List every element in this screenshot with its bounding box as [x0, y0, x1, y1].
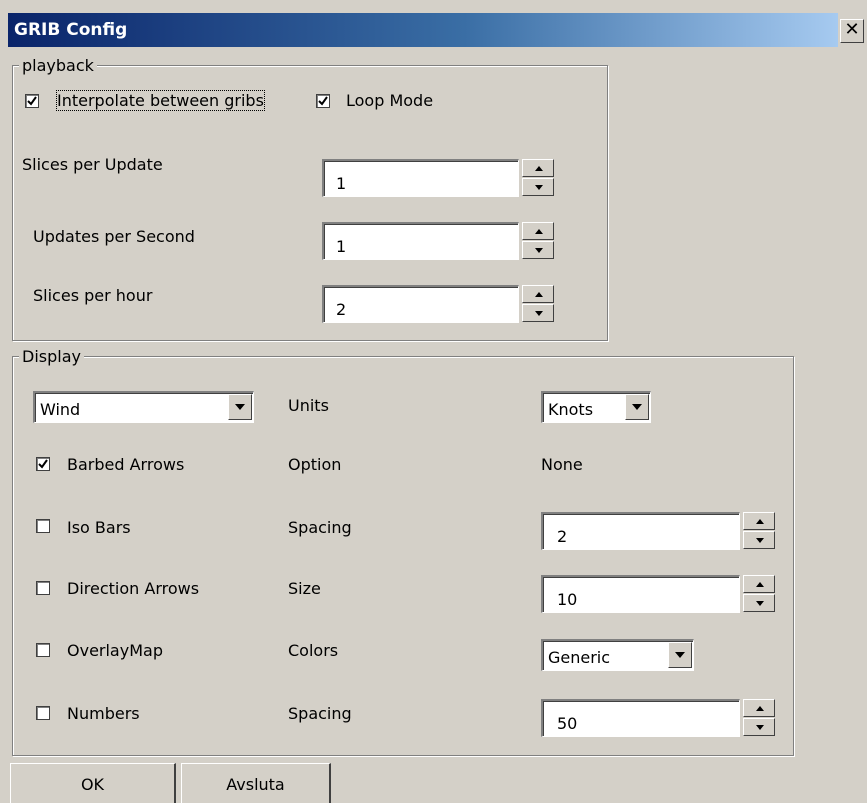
- slices-per-update-label: Slices per Update: [22, 155, 163, 174]
- spin-up-button[interactable]: [522, 285, 554, 303]
- chevron-down-icon: [632, 404, 642, 410]
- colors-value: Generic: [548, 648, 611, 667]
- colors-label: Colors: [288, 641, 339, 660]
- spin-down-button[interactable]: [743, 531, 775, 549]
- dropdown-arrow-button[interactable]: [668, 642, 692, 668]
- numbers-label[interactable]: Numbers: [67, 704, 140, 723]
- units-select[interactable]: Knots: [541, 391, 651, 423]
- iso-spacing-input[interactable]: 2: [541, 512, 740, 550]
- spin-down-button[interactable]: [522, 178, 554, 196]
- iso-bars-checkbox[interactable]: [36, 519, 50, 533]
- spin-down-button[interactable]: [522, 241, 554, 259]
- arrow-up-icon: [756, 519, 764, 524]
- loop-mode-checkbox[interactable]: [316, 94, 330, 108]
- spin-down-button[interactable]: [522, 304, 554, 322]
- display-legend: Display: [19, 347, 84, 366]
- arrow-up-icon: [535, 166, 543, 171]
- arrow-down-icon: [535, 185, 543, 190]
- arrow-down-icon: [756, 538, 764, 543]
- arrow-up-icon: [535, 292, 543, 297]
- display-type-value: Wind: [40, 400, 81, 419]
- numbers-spacing-spinner[interactable]: [743, 699, 775, 737]
- check-icon: [38, 459, 48, 469]
- colors-select[interactable]: Generic: [541, 639, 694, 671]
- ok-button[interactable]: OK: [10, 763, 176, 803]
- numbers-checkbox[interactable]: [36, 706, 50, 720]
- spin-down-button[interactable]: [743, 594, 775, 612]
- option-label: Option: [288, 455, 342, 474]
- units-label: Units: [288, 396, 329, 415]
- barbed-arrows-checkbox[interactable]: [36, 457, 50, 471]
- arrow-up-icon: [756, 706, 764, 711]
- chevron-down-icon: [675, 652, 685, 658]
- interpolate-checkbox[interactable]: [25, 94, 39, 108]
- close-icon: ✕: [844, 19, 860, 40]
- title-bar: GRIB Config: [8, 13, 838, 47]
- arrow-down-icon: [756, 725, 764, 730]
- interpolate-label[interactable]: Interpolate between gribs: [56, 90, 265, 111]
- direction-arrows-checkbox[interactable]: [36, 581, 50, 595]
- units-value: Knots: [548, 400, 594, 419]
- arrow-down-icon: [756, 601, 764, 606]
- slices-per-update-spinner[interactable]: [522, 159, 554, 197]
- spin-up-button[interactable]: [743, 512, 775, 530]
- size-input[interactable]: 10: [541, 575, 740, 613]
- option-value: None: [541, 455, 583, 474]
- slices-per-hour-spinner[interactable]: [522, 285, 554, 323]
- slices-per-hour-input[interactable]: 2: [322, 285, 519, 323]
- size-label: Size: [288, 579, 321, 598]
- arrow-down-icon: [535, 248, 543, 253]
- chevron-down-icon: [235, 404, 245, 410]
- arrow-up-icon: [756, 582, 764, 587]
- updates-per-second-label: Updates per Second: [33, 227, 195, 246]
- iso-bars-label[interactable]: Iso Bars: [67, 518, 131, 537]
- overlay-map-checkbox[interactable]: [36, 643, 50, 657]
- updates-per-second-input[interactable]: 1: [322, 222, 519, 260]
- dropdown-arrow-button[interactable]: [228, 394, 252, 420]
- barbed-arrows-label[interactable]: Barbed Arrows: [67, 455, 184, 474]
- avsluta-button[interactable]: Avsluta: [181, 763, 331, 803]
- arrow-down-icon: [535, 311, 543, 316]
- iso-spacing-label: Spacing: [288, 518, 352, 537]
- spin-up-button[interactable]: [522, 159, 554, 177]
- updates-per-second-spinner[interactable]: [522, 222, 554, 260]
- size-spinner[interactable]: [743, 575, 775, 613]
- numbers-spacing-label: Spacing: [288, 704, 352, 723]
- spin-up-button[interactable]: [743, 575, 775, 593]
- direction-arrows-label[interactable]: Direction Arrows: [67, 579, 199, 598]
- arrow-up-icon: [535, 229, 543, 234]
- numbers-spacing-input[interactable]: 50: [541, 699, 740, 737]
- close-button[interactable]: ✕: [840, 19, 864, 43]
- slices-per-hour-label: Slices per hour: [33, 286, 153, 305]
- iso-spacing-spinner[interactable]: [743, 512, 775, 550]
- dropdown-arrow-button[interactable]: [625, 394, 649, 420]
- check-icon: [27, 96, 37, 106]
- display-type-select[interactable]: Wind: [33, 391, 254, 423]
- overlay-map-label[interactable]: OverlayMap: [67, 641, 163, 660]
- spin-up-button[interactable]: [522, 222, 554, 240]
- spin-down-button[interactable]: [743, 718, 775, 736]
- loop-mode-label[interactable]: Loop Mode: [346, 91, 433, 110]
- check-icon: [318, 96, 328, 106]
- playback-legend: playback: [19, 56, 97, 75]
- spin-up-button[interactable]: [743, 699, 775, 717]
- slices-per-update-input[interactable]: 1: [322, 159, 519, 197]
- window-title: GRIB Config: [14, 20, 128, 40]
